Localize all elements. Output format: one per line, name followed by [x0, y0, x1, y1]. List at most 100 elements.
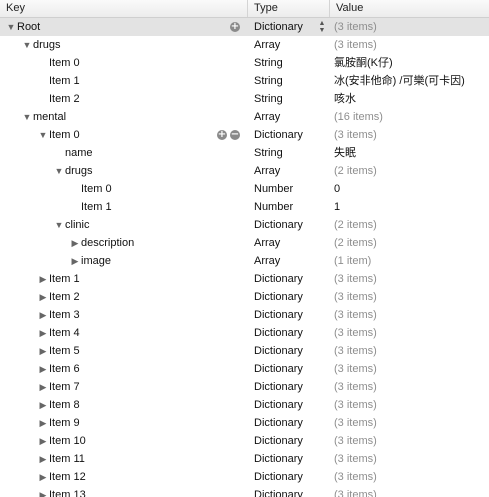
- value-cell[interactable]: (3 items): [329, 126, 489, 144]
- disclosure-expanded-icon[interactable]: ▼: [54, 162, 64, 180]
- outline-row[interactable]: name String 失眠: [0, 144, 489, 162]
- disclosure-expanded-icon[interactable]: ▼: [6, 18, 16, 36]
- type-cell[interactable]: Dictionary: [247, 288, 329, 306]
- disclosure-collapsed-icon[interactable]: ▶: [38, 396, 48, 414]
- outline-row[interactable]: Item 0 String 氯胺酮(K仔): [0, 54, 489, 72]
- type-cell[interactable]: Dictionary: [247, 342, 329, 360]
- key-cell[interactable]: ▶ Item 11: [0, 450, 247, 468]
- type-cell[interactable]: Dictionary: [247, 468, 329, 486]
- value-cell[interactable]: (3 items): [329, 360, 489, 378]
- type-cell[interactable]: String: [247, 144, 329, 162]
- outline-row[interactable]: Item 2 String 咳水: [0, 90, 489, 108]
- type-cell[interactable]: Dictionary: [247, 306, 329, 324]
- outline-row[interactable]: ▶ Item 10 Dictionary (3 items): [0, 432, 489, 450]
- disclosure-expanded-icon[interactable]: ▼: [38, 126, 48, 144]
- type-cell[interactable]: Dictionary: [247, 324, 329, 342]
- outline-row[interactable]: ▶ Item 12 Dictionary (3 items): [0, 468, 489, 486]
- outline-row[interactable]: ▼ drugs Array (2 items): [0, 162, 489, 180]
- value-column-header[interactable]: Value: [329, 0, 489, 17]
- add-item-icon[interactable]: +: [217, 130, 227, 140]
- type-cell[interactable]: Array: [247, 36, 329, 54]
- value-cell[interactable]: (3 items): [329, 342, 489, 360]
- value-cell[interactable]: 咳水: [329, 90, 489, 108]
- value-cell[interactable]: (3 items): [329, 36, 489, 54]
- disclosure-expanded-icon[interactable]: ▼: [22, 108, 32, 126]
- outline-row[interactable]: Item 0 Number 0: [0, 180, 489, 198]
- outline-row[interactable]: ▶ Item 11 Dictionary (3 items): [0, 450, 489, 468]
- type-cell[interactable]: Dictionary: [247, 270, 329, 288]
- disclosure-expanded-icon[interactable]: ▼: [22, 36, 32, 54]
- outline-row[interactable]: ▶ Item 5 Dictionary (3 items): [0, 342, 489, 360]
- value-cell[interactable]: 1: [329, 198, 489, 216]
- value-cell[interactable]: (3 items): [329, 18, 489, 36]
- outline-row[interactable]: ▼ Item 0 + − Dictionary (3 items): [0, 126, 489, 144]
- outline-row[interactable]: ▼ drugs Array (3 items): [0, 36, 489, 54]
- key-cell[interactable]: ▶ Item 6: [0, 360, 247, 378]
- key-cell[interactable]: ▶ Item 5: [0, 342, 247, 360]
- outline-row[interactable]: ▼ mental Array (16 items): [0, 108, 489, 126]
- type-cell[interactable]: Dictionary: [247, 486, 329, 497]
- type-cell[interactable]: Array: [247, 252, 329, 270]
- value-cell[interactable]: (2 items): [329, 162, 489, 180]
- outline-row[interactable]: ▶ Item 8 Dictionary (3 items): [0, 396, 489, 414]
- outline-row[interactable]: ▶ Item 7 Dictionary (3 items): [0, 378, 489, 396]
- type-cell[interactable]: Array: [247, 108, 329, 126]
- key-cell[interactable]: ▶ Item 2: [0, 288, 247, 306]
- value-cell[interactable]: (3 items): [329, 450, 489, 468]
- key-cell[interactable]: ▶ Item 1: [0, 270, 247, 288]
- key-cell[interactable]: ▼ mental: [0, 108, 247, 126]
- key-cell[interactable]: Item 0: [0, 54, 247, 72]
- outline-row[interactable]: Item 1 Number 1: [0, 198, 489, 216]
- outline-row[interactable]: ▶ description Array (2 items): [0, 234, 489, 252]
- key-cell[interactable]: ▶ Item 4: [0, 324, 247, 342]
- value-cell[interactable]: (3 items): [329, 288, 489, 306]
- type-cell[interactable]: Dictionary: [247, 378, 329, 396]
- disclosure-collapsed-icon[interactable]: ▶: [38, 378, 48, 396]
- disclosure-collapsed-icon[interactable]: ▶: [70, 252, 80, 270]
- key-cell[interactable]: name: [0, 144, 247, 162]
- value-cell[interactable]: (16 items): [329, 108, 489, 126]
- outline-row[interactable]: ▶ image Array (1 item): [0, 252, 489, 270]
- disclosure-collapsed-icon[interactable]: ▶: [38, 324, 48, 342]
- key-cell[interactable]: ▼ clinic: [0, 216, 247, 234]
- value-cell[interactable]: (3 items): [329, 306, 489, 324]
- type-cell[interactable]: String: [247, 90, 329, 108]
- key-cell[interactable]: ▶ Item 10: [0, 432, 247, 450]
- type-cell[interactable]: Dictionary: [247, 414, 329, 432]
- disclosure-collapsed-icon[interactable]: ▶: [38, 468, 48, 486]
- outline-row[interactable]: ▶ Item 4 Dictionary (3 items): [0, 324, 489, 342]
- type-cell[interactable]: Dictionary: [247, 216, 329, 234]
- value-cell[interactable]: (3 items): [329, 324, 489, 342]
- type-cell[interactable]: Dictionary: [247, 360, 329, 378]
- type-cell[interactable]: Dictionary: [247, 126, 329, 144]
- value-cell[interactable]: (3 items): [329, 468, 489, 486]
- key-cell[interactable]: ▼ drugs: [0, 162, 247, 180]
- type-column-header[interactable]: Type: [247, 0, 329, 17]
- key-cell[interactable]: ▶ description: [0, 234, 247, 252]
- value-cell[interactable]: (3 items): [329, 396, 489, 414]
- key-cell[interactable]: ▶ Item 12: [0, 468, 247, 486]
- key-cell[interactable]: ▶ Item 13: [0, 486, 247, 497]
- key-cell[interactable]: Item 2: [0, 90, 247, 108]
- outline-row[interactable]: ▶ Item 1 Dictionary (3 items): [0, 270, 489, 288]
- type-cell[interactable]: String: [247, 54, 329, 72]
- outline-row[interactable]: ▶ Item 2 Dictionary (3 items): [0, 288, 489, 306]
- value-cell[interactable]: (3 items): [329, 378, 489, 396]
- type-cell[interactable]: Array: [247, 234, 329, 252]
- value-cell[interactable]: 失眠: [329, 144, 489, 162]
- disclosure-collapsed-icon[interactable]: ▶: [38, 288, 48, 306]
- type-cell[interactable]: Array: [247, 162, 329, 180]
- outline-row[interactable]: ▶ Item 13 Dictionary (3 items): [0, 486, 489, 497]
- type-cell[interactable]: Number: [247, 198, 329, 216]
- value-cell[interactable]: (3 items): [329, 486, 489, 497]
- remove-item-icon[interactable]: −: [230, 130, 240, 140]
- key-cell[interactable]: ▼ drugs: [0, 36, 247, 54]
- disclosure-collapsed-icon[interactable]: ▶: [38, 486, 48, 497]
- add-item-icon[interactable]: +: [230, 22, 240, 32]
- outline-row[interactable]: Item 1 String 冰(安非他命) /可樂(可卡因): [0, 72, 489, 90]
- disclosure-collapsed-icon[interactable]: ▶: [38, 360, 48, 378]
- key-cell[interactable]: ▼ Root +: [0, 18, 247, 36]
- key-column-header[interactable]: Key: [0, 0, 247, 17]
- disclosure-collapsed-icon[interactable]: ▶: [38, 450, 48, 468]
- type-cell[interactable]: Dictionary: [247, 396, 329, 414]
